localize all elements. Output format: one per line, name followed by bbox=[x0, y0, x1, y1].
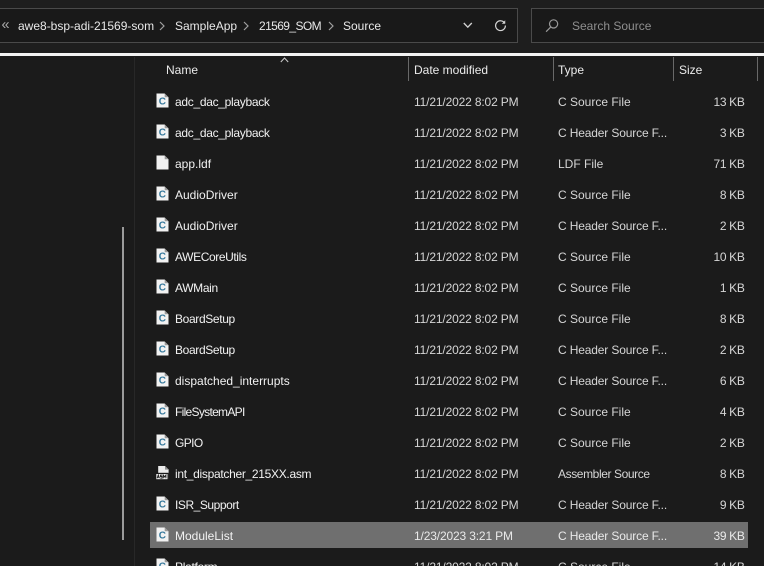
svg-text:C: C bbox=[159, 128, 166, 139]
svg-text:C: C bbox=[159, 345, 166, 356]
svg-text:C: C bbox=[159, 283, 166, 294]
svg-text:C: C bbox=[159, 97, 166, 108]
svg-text:C: C bbox=[159, 562, 166, 566]
svg-text:C: C bbox=[159, 531, 166, 542]
svg-text:C: C bbox=[159, 407, 166, 418]
svg-text:C: C bbox=[159, 376, 166, 387]
svg-text:C: C bbox=[159, 221, 166, 232]
svg-text:C: C bbox=[159, 190, 166, 201]
svg-text:C: C bbox=[159, 438, 166, 449]
svg-text:C: C bbox=[159, 314, 166, 325]
svg-text:C: C bbox=[159, 252, 166, 263]
svg-text:C: C bbox=[159, 500, 166, 511]
